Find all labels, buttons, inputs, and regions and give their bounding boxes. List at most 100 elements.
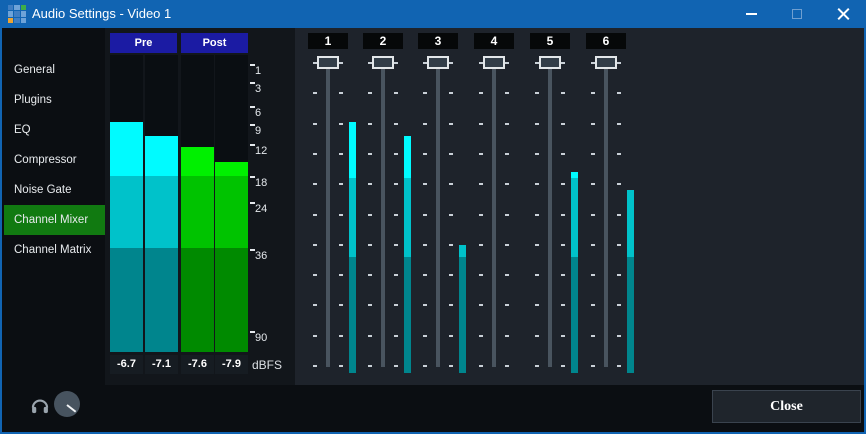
fader-tick	[505, 214, 509, 216]
fader-handle-channel-5[interactable]	[539, 56, 561, 69]
fader-tick	[339, 153, 343, 155]
sidebar-item-channel-matrix[interactable]: Channel Matrix	[4, 235, 105, 265]
fader-tick	[339, 274, 343, 276]
sidebar-item-plugins[interactable]: Plugins	[4, 85, 105, 115]
window-controls	[728, 0, 866, 28]
fader-tick	[394, 274, 398, 276]
fader-tick	[505, 335, 509, 337]
fader-tick	[394, 62, 398, 64]
fader-tick	[505, 183, 509, 185]
pre-meter-bar	[110, 122, 143, 352]
scale-tick-label: 6	[250, 106, 261, 119]
minimize-icon	[746, 13, 757, 15]
channel-label-3: 3	[418, 33, 458, 49]
fader-track-channel-1[interactable]	[326, 60, 330, 367]
fader-track-channel-6[interactable]	[604, 60, 608, 367]
fader-tick	[561, 123, 565, 125]
fader-tick	[449, 365, 453, 367]
fader-tick	[479, 92, 483, 94]
fader-tick	[313, 274, 317, 276]
fader-tick	[423, 153, 427, 155]
app-icon-cell	[14, 5, 19, 10]
fader-tick	[368, 153, 372, 155]
fader-tick	[591, 274, 595, 276]
scale-tick-mark	[250, 202, 255, 204]
fader-tick	[591, 153, 595, 155]
fader-tick	[561, 335, 565, 337]
fader-tick	[339, 365, 343, 367]
pre-meter-bar	[145, 136, 178, 352]
fader-handle-channel-4[interactable]	[483, 56, 505, 69]
channel-label-4: 4	[474, 33, 514, 49]
channel-label-6: 6	[586, 33, 626, 49]
dbfs-unit-label: dBFS	[252, 358, 282, 372]
fader-track-channel-2[interactable]	[381, 60, 385, 367]
fader-handle-channel-1[interactable]	[317, 56, 339, 69]
fader-tick	[479, 214, 483, 216]
fader-tick	[423, 92, 427, 94]
knob-indicator	[66, 404, 76, 412]
scale-tick-label: 36	[250, 249, 267, 262]
scale-tick-label: 12	[250, 144, 267, 157]
scale-tick-mark	[250, 176, 255, 178]
sidebar-item-compressor[interactable]: Compressor	[4, 145, 105, 175]
fader-tick	[591, 183, 595, 185]
fader-tick	[449, 62, 453, 64]
app-icon-cell	[21, 18, 26, 23]
fader-tick	[617, 153, 621, 155]
sidebar-item-noise-gate[interactable]: Noise Gate	[4, 175, 105, 205]
scale-tick-label: 90	[250, 331, 267, 344]
post-meter-header: Post	[181, 33, 248, 53]
fader-tick	[394, 92, 398, 94]
fader-tick	[339, 244, 343, 246]
channel-label-5: 5	[530, 33, 570, 49]
scale-tick-label: 9	[250, 124, 261, 137]
fader-tick	[339, 183, 343, 185]
fader-handle-channel-2[interactable]	[372, 56, 394, 69]
fader-tick	[561, 214, 565, 216]
maximize-button[interactable]	[774, 0, 820, 28]
fader-tick	[479, 274, 483, 276]
fader-handle-channel-6[interactable]	[595, 56, 617, 69]
close-button[interactable]: Close	[712, 390, 861, 423]
app-icon-cell	[14, 18, 19, 23]
close-window-button[interactable]	[820, 0, 866, 28]
scale-tick-mark	[250, 64, 255, 66]
sidebar-item-general[interactable]: General	[4, 55, 105, 85]
fader-tick	[535, 183, 539, 185]
fader-handle-channel-3[interactable]	[427, 56, 449, 69]
fader-tick	[505, 62, 509, 64]
fader-tick	[339, 214, 343, 216]
fader-track-channel-4[interactable]	[492, 60, 496, 367]
fader-tick	[339, 92, 343, 94]
fader-tick	[535, 62, 539, 64]
app-icon-cell	[8, 5, 13, 10]
monitor-volume-knob[interactable]	[54, 391, 80, 417]
fader-tick	[617, 244, 621, 246]
fader-tick	[561, 244, 565, 246]
app-icon-cell	[21, 11, 26, 16]
fader-tick	[394, 183, 398, 185]
sidebar-item-eq[interactable]: EQ	[4, 115, 105, 145]
fader-track-channel-3[interactable]	[436, 60, 440, 367]
fader-tick	[505, 365, 509, 367]
fader-tick	[313, 244, 317, 246]
fader-tick	[479, 123, 483, 125]
channel-label-1: 1	[308, 33, 348, 49]
fader-tick	[617, 274, 621, 276]
fader-tick	[313, 92, 317, 94]
post-meter-bar	[215, 162, 248, 352]
fader-track-channel-5[interactable]	[548, 60, 552, 367]
fader-tick	[423, 183, 427, 185]
fader-tick	[479, 183, 483, 185]
title-bar: Audio Settings - Video 1	[0, 0, 866, 28]
fader-tick	[591, 92, 595, 94]
fader-tick	[368, 62, 372, 64]
minimize-button[interactable]	[728, 0, 774, 28]
fader-tick	[617, 304, 621, 306]
app-icon	[8, 5, 26, 23]
fader-tick	[505, 244, 509, 246]
post-meter-bar	[181, 147, 214, 352]
sidebar-item-channel-mixer[interactable]: Channel Mixer	[4, 205, 105, 235]
fader-tick	[368, 244, 372, 246]
